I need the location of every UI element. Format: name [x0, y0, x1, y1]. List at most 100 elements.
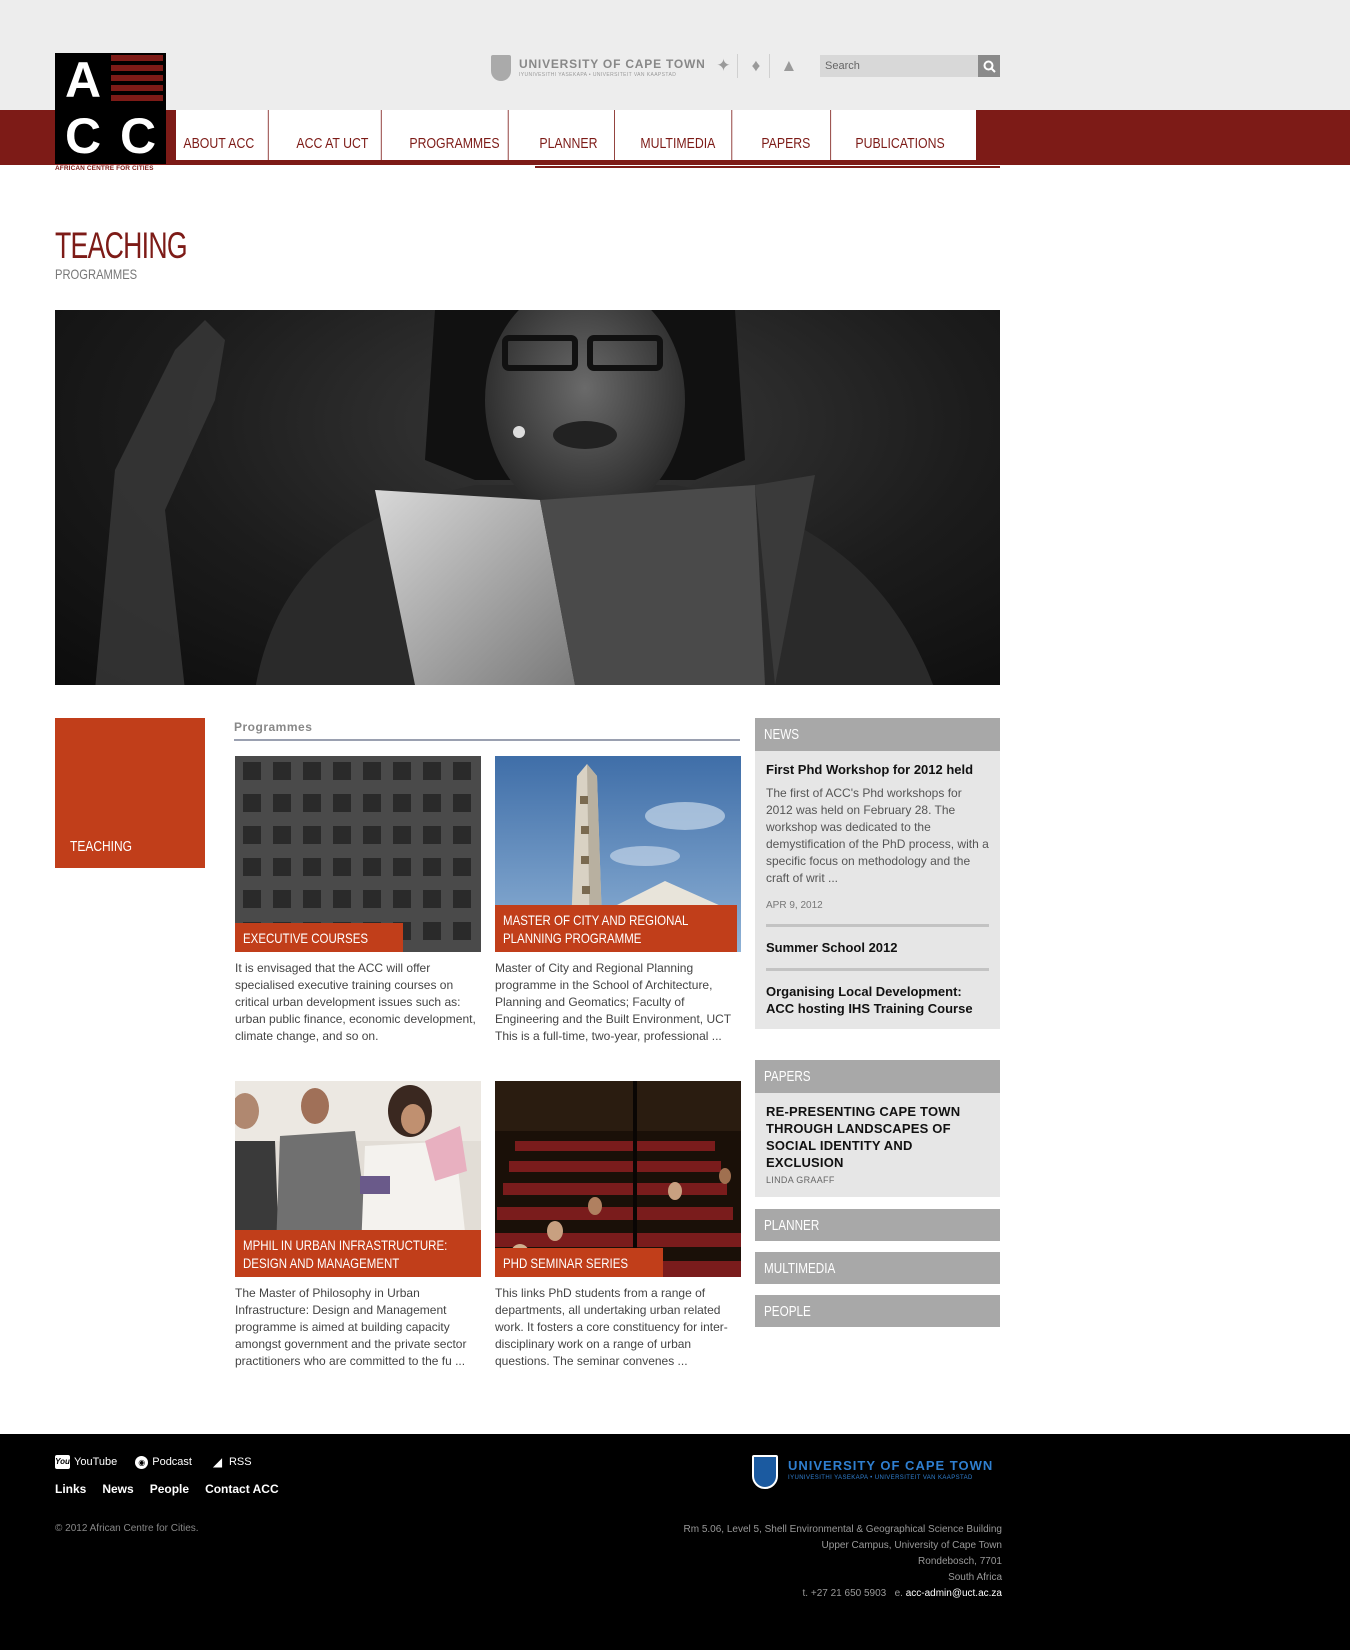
programme-card-executive-courses[interactable]: EXECUTIVE COURSES It is envisaged that t…	[235, 756, 481, 1045]
side-link-label: PEOPLE	[764, 1303, 811, 1320]
programme-card-mphil[interactable]: MPHIL IN URBAN INFRASTRUCTURE: DESIGN AN…	[235, 1081, 481, 1370]
side-link-planner[interactable]: PLANNER	[755, 1209, 1000, 1241]
footer-copyright: © 2012 African Centre for Cities.	[55, 1523, 199, 1534]
news-panel: NEWS First Phd Workshop for 2012 held Th…	[755, 718, 1000, 1029]
nav-cell-multimedia: MULTIMEDIA	[633, 110, 754, 163]
side-link-label: PLANNER	[764, 1217, 820, 1234]
nav-cell-acc-at-uct: ACC AT UCT	[289, 110, 402, 163]
footer-podcast-link[interactable]: ◉ Podcast	[135, 1455, 192, 1469]
side-link-multimedia[interactable]: MULTIMEDIA	[755, 1252, 1000, 1284]
footer-uct-name: UNIVERSITY OF CAPE TOWN	[788, 1458, 994, 1473]
footer-social-label: YouTube	[74, 1456, 118, 1468]
nav-item-planner[interactable]: PLANNER	[532, 110, 615, 160]
address-line: South Africa	[948, 1572, 1002, 1583]
footer-link-people[interactable]: People	[150, 1482, 189, 1496]
programme-image-phd[interactable]: PHD SEMINAR SERIES	[495, 1081, 741, 1277]
teaching-section-label: TEACHING	[70, 838, 133, 855]
papers-body: RE-PRESENTING CAPE TOWN THROUGH LANDSCAP…	[755, 1093, 1000, 1197]
news-featured-date: APR 9, 2012	[766, 900, 989, 927]
programme-description: Master of City and Regional Planning pro…	[495, 961, 731, 1043]
footer-social-label: Podcast	[152, 1456, 192, 1468]
programme-card-phd-seminar[interactable]: PHD SEMINAR SERIES This links PhD studen…	[495, 1081, 741, 1370]
caption-line: DESIGN AND MANAGEMENT	[243, 1255, 400, 1271]
logo-mark: A C C	[55, 53, 166, 164]
nav-cell-publications: PUBLICATIONS	[848, 110, 976, 163]
footer-social: You YouTube ◉ Podcast ◢ RSS	[55, 1455, 252, 1469]
uct-shield-icon	[491, 55, 511, 81]
logo-letter-c2: C	[119, 108, 157, 164]
programme-caption[interactable]: MPHIL IN URBAN INFRASTRUCTURE: DESIGN AN…	[235, 1230, 481, 1277]
programme-caption[interactable]: EXECUTIVE COURSES	[235, 923, 404, 952]
footer-uct-subtitle: IYUNIVESITHI YASEKAPA • UNIVERSITEIT VAN…	[788, 1475, 973, 1481]
caption-line: PLANNING PROGRAMME	[503, 930, 642, 946]
footer-phone: t. +27 21 650 5903	[802, 1588, 887, 1599]
footer-link-news[interactable]: News	[102, 1482, 133, 1496]
youtube-icon: You	[55, 1455, 70, 1469]
twitter-icon[interactable]: ♦	[742, 54, 771, 78]
news-item: Organising Local Development: ACC hostin…	[766, 971, 989, 1019]
side-link-label: MULTIMEDIA	[764, 1260, 836, 1277]
search-input[interactable]	[820, 55, 978, 77]
programmes-heading: Programmes	[234, 720, 313, 734]
page-breadcrumb[interactable]: PROGRAMMES	[55, 266, 137, 282]
footer-rss-link[interactable]: ◢ RSS	[210, 1455, 252, 1469]
footer-email-link[interactable]: acc-admin@uct.ac.za	[906, 1588, 1002, 1599]
teaching-section-box[interactable]: TEACHING	[55, 718, 205, 868]
rss-icon: ◢	[212, 1455, 223, 1469]
email-prefix: e.	[894, 1588, 903, 1599]
news-heading[interactable]: NEWS	[755, 718, 1000, 751]
search-button[interactable]	[978, 55, 1000, 77]
news-featured-text: The first of ACC's Phd workshops for 201…	[766, 786, 989, 885]
acc-logo[interactable]: A C C AFRICAN CENTRE FOR CITIES	[55, 53, 166, 173]
programme-image-mphil[interactable]: MPHIL IN URBAN INFRASTRUCTURE: DESIGN AN…	[235, 1081, 481, 1277]
uct-subtitle: IYUNIVESITHI YASEKAPA • UNIVERSITEIT VAN…	[519, 72, 677, 78]
programme-description: It is envisaged that the ACC will offer …	[235, 961, 476, 1043]
side-link-people[interactable]: PEOPLE	[755, 1295, 1000, 1327]
uct-logo[interactable]: UNIVERSITY OF CAPE TOWN IYUNIVESITHI YAS…	[491, 55, 705, 83]
footer-social-label: RSS	[228, 1456, 252, 1468]
africa-map-icon[interactable]: ▲	[775, 54, 803, 78]
logo-caption: AFRICAN CENTRE FOR CITIES	[55, 165, 154, 172]
footer-link-contact[interactable]: Contact ACC	[205, 1482, 279, 1496]
news-item-title[interactable]: Organising Local Development: ACC hostin…	[766, 983, 989, 1017]
papers-panel: PAPERS RE-PRESENTING CAPE TOWN THROUGH L…	[755, 1060, 1000, 1197]
nav-cell-planner: PLANNER	[532, 110, 633, 163]
news-featured-title[interactable]: First Phd Workshop for 2012 held	[766, 761, 989, 778]
nav-item-publications[interactable]: PUBLICATIONS	[848, 110, 953, 160]
programme-description: The Master of Philosophy in Urban Infras…	[235, 1286, 467, 1368]
caption-line: PHD SEMINAR SERIES	[503, 1255, 629, 1271]
footer-uct-logo[interactable]: UNIVERSITY OF CAPE TOWN IYUNIVESITHI YAS…	[752, 1455, 1002, 1491]
programme-caption[interactable]: MASTER OF CITY AND REGIONAL PLANNING PRO…	[495, 905, 738, 952]
news-item: Summer School 2012	[766, 927, 989, 971]
page-title: TEACHING	[55, 225, 188, 266]
programme-card-city-planning[interactable]: MASTER OF CITY AND REGIONAL PLANNING PRO…	[495, 756, 741, 1045]
paper-author: LINDA GRAAFF	[766, 1175, 835, 1185]
footer-youtube-link[interactable]: You YouTube	[55, 1455, 117, 1469]
contact-line: t. +27 21 650 5903 e. acc-admin@uct.ac.z…	[683, 1586, 1002, 1602]
uct-name: UNIVERSITY OF CAPE TOWN	[519, 57, 706, 71]
nav-item-acc-at-uct[interactable]: ACC AT UCT	[289, 110, 382, 160]
programme-image-planning[interactable]: MASTER OF CITY AND REGIONAL PLANNING PRO…	[495, 756, 741, 952]
address-line: Rm 5.06, Level 5, Shell Environmental & …	[683, 1524, 1002, 1535]
side-links: PLANNER MULTIMEDIA PEOPLE	[755, 1209, 1000, 1338]
caption-line: MASTER OF CITY AND REGIONAL	[503, 912, 689, 928]
podcast-icon: ◉	[135, 1455, 149, 1469]
hero-photo-woman-reading	[95, 310, 934, 685]
programme-image-executive[interactable]: EXECUTIVE COURSES	[235, 756, 481, 952]
nav-item-multimedia[interactable]: MULTIMEDIA	[633, 110, 733, 160]
nav-underline	[535, 166, 1000, 168]
programme-caption[interactable]: PHD SEMINAR SERIES	[495, 1248, 664, 1277]
header-social-icons: ✦ ♦ ▲	[710, 54, 803, 78]
bird-icon[interactable]: ✦	[710, 54, 738, 78]
papers-heading-label: PAPERS	[764, 1068, 811, 1085]
nav-item-about-acc[interactable]: ABOUT ACC	[176, 110, 269, 160]
papers-heading[interactable]: PAPERS	[755, 1060, 1000, 1093]
logo-stripes	[111, 55, 163, 105]
paper-title[interactable]: RE-PRESENTING CAPE TOWN THROUGH LANDSCAP…	[766, 1103, 989, 1171]
news-item-title[interactable]: Summer School 2012	[766, 939, 989, 956]
nav-item-papers[interactable]: PAPERS	[754, 110, 832, 160]
footer-link-links[interactable]: Links	[55, 1482, 86, 1496]
footer-links: Links News People Contact ACC	[55, 1482, 279, 1496]
nav-item-programmes[interactable]: PROGRAMMES	[402, 110, 509, 160]
footer-address: Rm 5.06, Level 5, Shell Environmental & …	[683, 1522, 1002, 1602]
